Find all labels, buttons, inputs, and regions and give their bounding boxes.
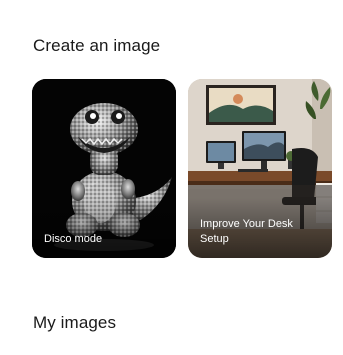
- disco-mode-label: Disco mode: [44, 233, 103, 245]
- desk-setup-label: Improve Your Desk Setup: [200, 218, 293, 245]
- create-image-heading: Create an image: [33, 36, 161, 55]
- disco-mode-card[interactable]: Disco mode: [32, 79, 176, 258]
- desk-setup-card[interactable]: Improve Your Desk Setup: [188, 79, 332, 258]
- card-shade: [32, 198, 176, 258]
- my-images-heading: My images: [33, 313, 117, 332]
